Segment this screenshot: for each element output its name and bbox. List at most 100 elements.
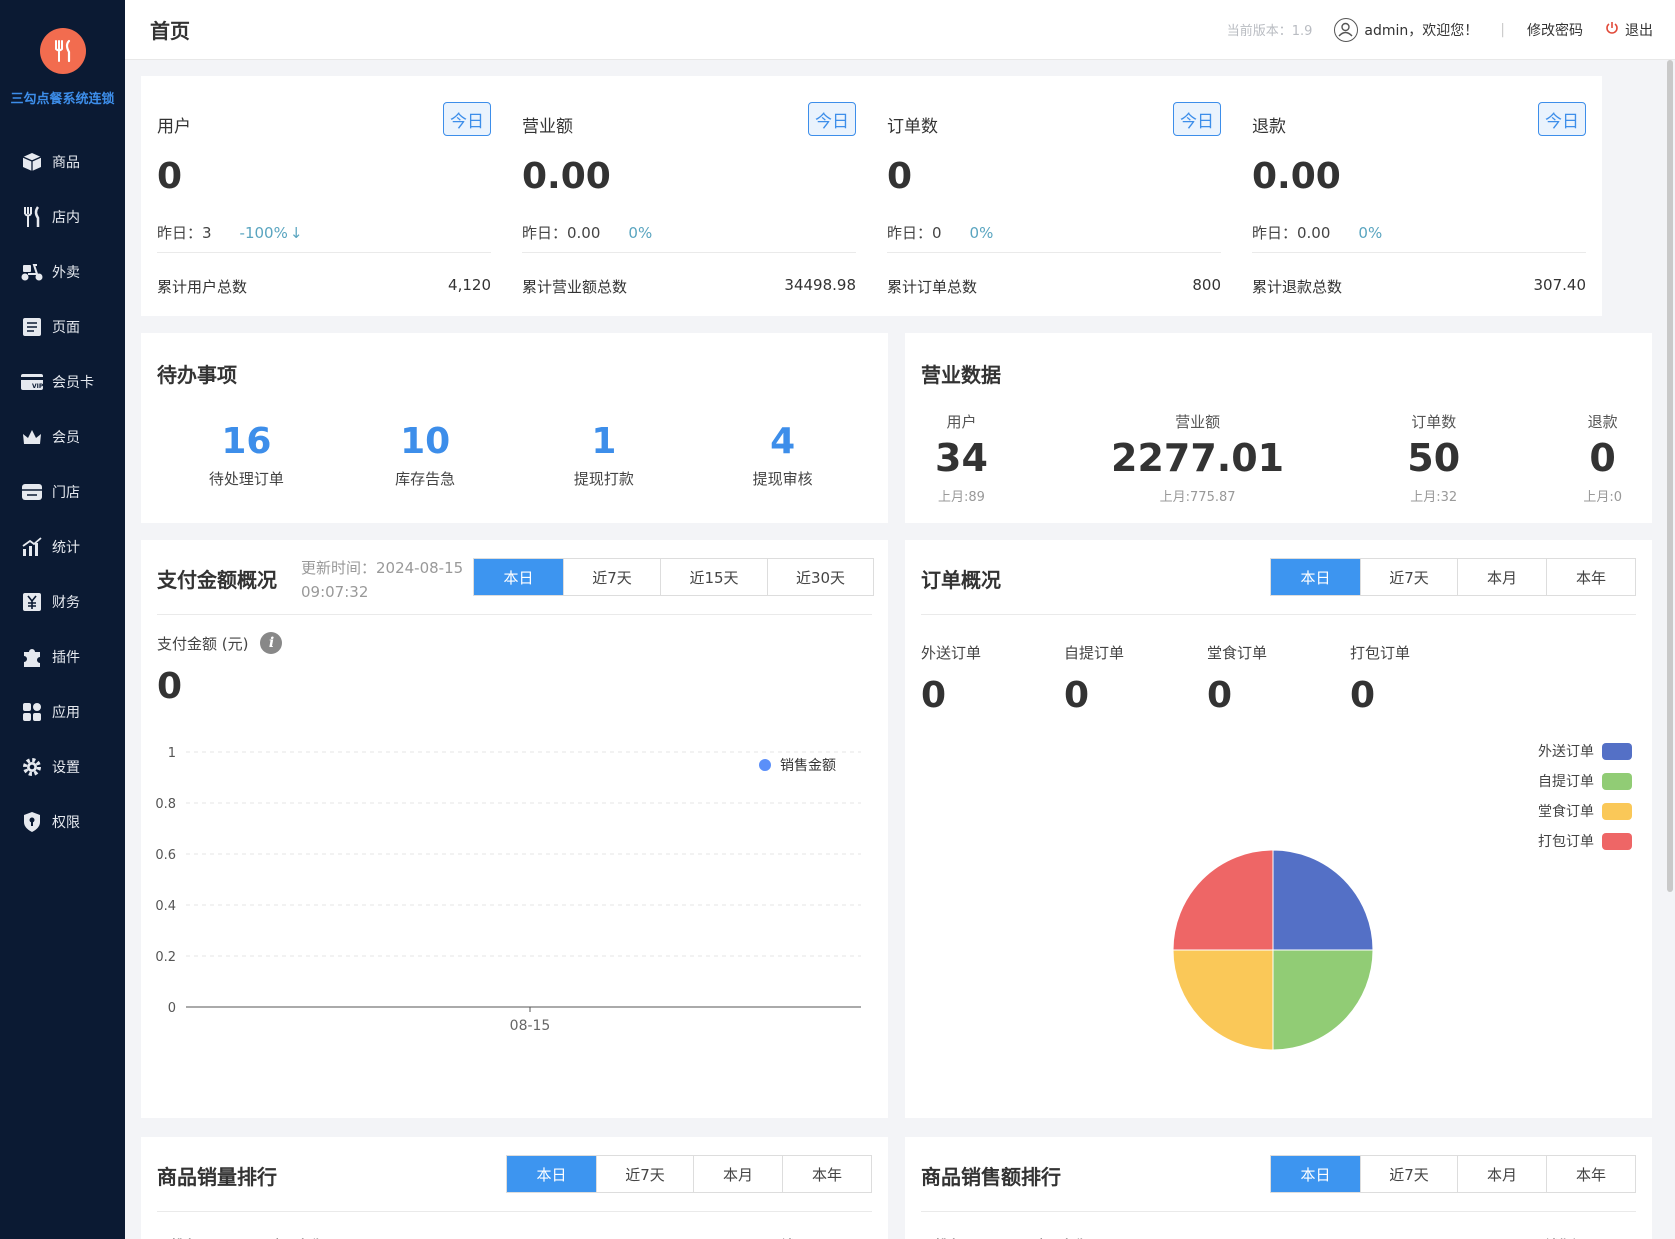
pie-slice[interactable] bbox=[1272, 849, 1374, 951]
stat-card: 订单数 今日 0 昨日：0 0% 累计订单总数 800 bbox=[871, 76, 1237, 316]
today-badge[interactable]: 今日 bbox=[443, 102, 491, 136]
update-time: 更新时间：2024-08-15 09:07:32 bbox=[301, 556, 463, 604]
tab-3[interactable]: 本年 bbox=[782, 1156, 871, 1192]
stat-total-value: 4,120 bbox=[448, 276, 491, 294]
ranking-qty-title: 商品销量排行 bbox=[157, 1165, 277, 1189]
tab-2[interactable]: 本月 bbox=[1457, 1156, 1546, 1192]
business-metric-value: 0 bbox=[1589, 436, 1616, 480]
order-type-stat: 打包订单 0 bbox=[1350, 642, 1493, 716]
page-title: 首页 bbox=[150, 19, 190, 43]
shield-icon bbox=[20, 811, 44, 833]
y-tick-label: 0 bbox=[168, 1001, 176, 1016]
yesterday-text: 昨日：0 bbox=[887, 224, 942, 242]
tab-0[interactable]: 本日 bbox=[1271, 1156, 1360, 1192]
apps-icon bbox=[20, 701, 44, 723]
tab-1[interactable]: 近7天 bbox=[596, 1156, 693, 1192]
tab-1[interactable]: 近7天 bbox=[1360, 1156, 1457, 1192]
tab-3[interactable]: 本年 bbox=[1546, 559, 1635, 595]
info-icon[interactable]: i bbox=[260, 632, 283, 654]
legend-swatch bbox=[1602, 802, 1632, 820]
tab-0[interactable]: 本日 bbox=[474, 559, 563, 595]
tab-2[interactable]: 本月 bbox=[1457, 559, 1546, 595]
todo-item[interactable]: 10 库存告急 bbox=[336, 421, 515, 489]
legend-swatch bbox=[1602, 832, 1632, 850]
sidebar-item-0[interactable]: 商品 bbox=[0, 134, 125, 189]
order-type-count: 0 bbox=[1064, 675, 1090, 716]
tab-3[interactable]: 近30天 bbox=[767, 559, 873, 595]
page-scrollbar[interactable] bbox=[1667, 60, 1673, 892]
stat-label: 退款 bbox=[1252, 117, 1286, 137]
tab-3[interactable]: 本年 bbox=[1546, 1156, 1635, 1192]
stat-total-label: 累计营业额总数 bbox=[522, 278, 628, 296]
todo-label: 库存告急 bbox=[395, 470, 456, 488]
todo-count: 4 bbox=[770, 421, 796, 462]
payment-card: 支付金额概况 更新时间：2024-08-15 09:07:32 本日 近7天 近15… bbox=[141, 540, 888, 1118]
sidebar-item-1[interactable]: 店内 bbox=[0, 189, 125, 244]
column-header: 排名 bbox=[935, 1235, 961, 1239]
tab-2[interactable]: 本月 bbox=[693, 1156, 782, 1192]
todo-item[interactable]: 4 提现审核 bbox=[693, 421, 872, 489]
today-badge[interactable]: 今日 bbox=[1173, 102, 1221, 136]
sidebar-item-6[interactable]: 门店 bbox=[0, 464, 125, 519]
y-tick-label: 0.4 bbox=[155, 899, 176, 914]
pie-slice[interactable] bbox=[1272, 949, 1374, 1051]
y-tick-label: 0.8 bbox=[155, 797, 176, 812]
sidebar-item-8[interactable]: 财务 bbox=[0, 574, 125, 629]
tab-1[interactable]: 近7天 bbox=[1360, 559, 1457, 595]
sidebar-item-7[interactable]: 统计 bbox=[0, 519, 125, 574]
pie-slice[interactable] bbox=[1172, 849, 1274, 951]
yesterday-text: 昨日：0.00 bbox=[1252, 224, 1331, 242]
tab-1[interactable]: 近7天 bbox=[563, 559, 660, 595]
sidebar-item-label: 外卖 bbox=[52, 264, 80, 281]
payment-amount-value: 0 bbox=[157, 666, 183, 707]
tab-0[interactable]: 本日 bbox=[507, 1156, 596, 1192]
todo-item[interactable]: 16 待处理订单 bbox=[157, 421, 336, 489]
cutlery-icon bbox=[20, 205, 44, 228]
order-type-label: 打包订单 bbox=[1350, 644, 1411, 662]
payment-range-tabs: 本日 近7天 近15天 近30天 bbox=[473, 558, 874, 596]
tab-2[interactable]: 近15天 bbox=[660, 559, 767, 595]
legend-item[interactable]: 堂食订单 bbox=[1538, 796, 1632, 826]
business-metric-last-month: 上月:32 bbox=[1410, 490, 1458, 505]
divider bbox=[1252, 252, 1586, 253]
sidebar-item-2[interactable]: 外卖 bbox=[0, 244, 125, 299]
divider bbox=[157, 614, 872, 615]
today-badge[interactable]: 今日 bbox=[1538, 102, 1586, 136]
legend-item[interactable]: 自提订单 bbox=[1538, 766, 1632, 796]
sidebar-item-3[interactable]: 页面 bbox=[0, 299, 125, 354]
business-metric-value: 34 bbox=[935, 436, 988, 480]
change-password-link[interactable]: 修改密码 bbox=[1527, 20, 1583, 40]
todo-count: 10 bbox=[400, 421, 451, 462]
order-type-stat: 堂食订单 0 bbox=[1207, 642, 1350, 716]
business-card: 营业数据 用户 34 上月:89 营业额 2277.01 上月:775.87 订单数… bbox=[905, 333, 1652, 523]
sidebar-item-11[interactable]: 设置 bbox=[0, 739, 125, 794]
todo-item[interactable]: 1 提现打款 bbox=[515, 421, 694, 489]
stat-card: 退款 今日 0.00 昨日：0.00 0% 累计退款总数 307.40 bbox=[1236, 76, 1602, 316]
divider bbox=[522, 252, 856, 253]
legend-label: 堂食订单 bbox=[1538, 804, 1594, 820]
chart-legend[interactable]: 销售金额 bbox=[759, 758, 836, 774]
stat-change-pct: -100% bbox=[239, 224, 288, 242]
today-badge[interactable]: 今日 bbox=[808, 102, 856, 136]
sidebar-item-label: 会员卡 bbox=[52, 374, 94, 391]
business-metric-last-month: 上月:0 bbox=[1583, 490, 1622, 505]
divider bbox=[157, 252, 491, 253]
box-icon bbox=[20, 151, 44, 173]
sidebar-item-9[interactable]: 插件 bbox=[0, 629, 125, 684]
sidebar-item-12[interactable]: 权限 bbox=[0, 794, 125, 849]
legend-marker bbox=[759, 759, 771, 771]
todo-label: 待处理订单 bbox=[208, 470, 284, 488]
logout-button[interactable]: 退出 bbox=[1605, 20, 1653, 40]
legend-item[interactable]: 外送订单 bbox=[1538, 736, 1632, 766]
arrow-down-icon: ↓ bbox=[289, 224, 303, 242]
sidebar-item-4[interactable]: VIP 会员卡 bbox=[0, 354, 125, 409]
yesterday-text: 昨日：3 bbox=[157, 224, 212, 242]
pie-slice[interactable] bbox=[1172, 949, 1274, 1051]
divider bbox=[921, 614, 1636, 615]
sidebar-item-5[interactable]: 会员 bbox=[0, 409, 125, 464]
tab-0[interactable]: 本日 bbox=[1271, 559, 1360, 595]
logo[interactable]: 三勾点餐系统连锁 bbox=[0, 0, 125, 120]
business-metric-value: 50 bbox=[1407, 436, 1461, 480]
legend-item[interactable]: 打包订单 bbox=[1538, 826, 1632, 856]
sidebar-item-10[interactable]: 应用 bbox=[0, 684, 125, 739]
